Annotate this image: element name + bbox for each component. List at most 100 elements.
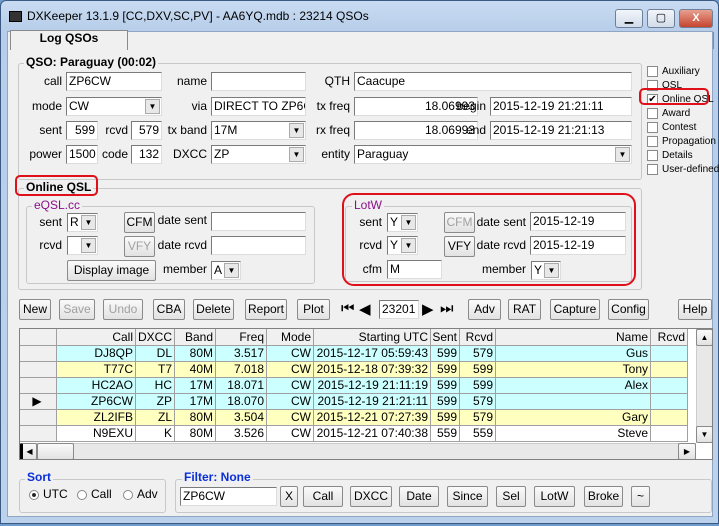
call-input[interactable]: ZP6CW <box>66 72 162 91</box>
column-header-starting-utc[interactable]: Starting UTC <box>314 329 431 346</box>
column-header-rcvd[interactable]: Rcvd <box>651 329 688 346</box>
column-header-freq[interactable]: Freq <box>216 329 267 346</box>
code-input[interactable]: 132 <box>131 145 162 164</box>
horizontal-scrollbar[interactable] <box>20 443 696 459</box>
chevron-down-icon[interactable]: ▼ <box>145 99 160 114</box>
lotw-date-rcvd-input[interactable]: 2015-12-19 <box>530 236 626 255</box>
display-image-button[interactable]: Display image <box>67 260 156 281</box>
tab-log-qsos[interactable]: Log QSOs <box>10 30 128 50</box>
checkbox-details[interactable] <box>647 150 658 161</box>
save-button[interactable]: Save <box>59 299 95 320</box>
table-row[interactable]: HC2AO HC 17M 18.071 CW 2015-12-19 21:11:19 599… <box>20 378 696 394</box>
scroll-right-icon[interactable]: ▶ <box>678 443 696 459</box>
checkbox-user-defined[interactable] <box>647 164 658 175</box>
sent-input[interactable]: 599 <box>66 121 98 140</box>
chevron-down-icon[interactable]: ▼ <box>224 263 239 278</box>
filter-tilde-button[interactable]: ~ <box>631 486 650 507</box>
lotw-cfm-button[interactable]: CFM <box>444 212 475 233</box>
qth-input[interactable]: Caacupe <box>354 72 632 91</box>
clear-filter-button[interactable]: X <box>280 486 298 507</box>
rat-button[interactable]: RAT <box>508 299 541 320</box>
scroll-left-icon[interactable]: ◀ <box>20 443 37 459</box>
row-selector[interactable] <box>20 362 57 378</box>
previous-record-icon[interactable]: ◀ <box>359 300 371 318</box>
lotw-rcvd-select[interactable]: Y ▼ <box>387 236 418 255</box>
qso-log-grid[interactable]: Call DXCC Band Freq Mode Starting UTC Sent Rcvd… <box>19 328 713 460</box>
table-row[interactable]: T77C T7 40M 7.018 CW 2015-12-18 07:39:32 599 59… <box>20 362 696 378</box>
lotw-date-sent-input[interactable]: 2015-12-19 <box>530 212 626 231</box>
next-record-icon[interactable]: ▶ <box>422 300 434 318</box>
power-input[interactable]: 1500 <box>66 145 98 164</box>
eqsl-cfm-button[interactable]: CFM <box>124 212 155 233</box>
via-input[interactable]: DIRECT TO ZP6CU <box>211 97 306 116</box>
chevron-down-icon[interactable]: ▼ <box>401 215 416 230</box>
sort-radio-utc[interactable] <box>29 490 39 500</box>
column-header-name[interactable]: Name <box>496 329 651 346</box>
filter-call-button[interactable]: Call <box>303 486 343 507</box>
undo-button[interactable]: Undo <box>103 299 143 320</box>
eqsl-member-select[interactable]: A ▼ <box>211 261 241 280</box>
mode-select[interactable]: CW ▼ <box>66 97 162 116</box>
begin-input[interactable]: 2015-12-19 21:21:11 <box>490 97 632 116</box>
checkbox-auxiliary[interactable] <box>647 66 658 77</box>
last-record-icon[interactable]: ⏭ <box>440 300 454 317</box>
table-row[interactable]: DJ8QP DL 80M 3.517 CW 2015-12-17 05:59:43 599 5… <box>20 346 696 362</box>
checkbox-award[interactable] <box>647 108 658 119</box>
eqsl-sent-select[interactable]: R ▼ <box>67 213 98 232</box>
row-selector[interactable] <box>20 346 57 362</box>
checkbox-contest[interactable] <box>647 122 658 133</box>
chevron-down-icon[interactable]: ▼ <box>401 238 416 253</box>
capture-button[interactable]: Capture <box>550 299 600 320</box>
record-number-input[interactable]: 23201 <box>379 300 419 319</box>
checkbox-propagation[interactable] <box>647 136 658 147</box>
filter-input[interactable]: ZP6CW <box>180 487 277 506</box>
chevron-down-icon[interactable]: ▼ <box>615 147 630 162</box>
cba-button[interactable]: CBA <box>153 299 185 320</box>
first-record-icon[interactable]: ⏮ <box>341 300 354 317</box>
table-row[interactable]: N9EXU K 80M 3.526 CW 2015-12-21 07:40:38 559 55… <box>20 426 696 442</box>
row-selector[interactable] <box>20 378 57 394</box>
name-input[interactable] <box>211 72 306 91</box>
entity-select[interactable]: Paraguay ▼ <box>354 145 632 164</box>
chevron-down-icon[interactable]: ▼ <box>81 238 96 253</box>
lotw-vfy-button[interactable]: VFY <box>444 236 475 257</box>
column-header-band[interactable]: Band <box>175 329 216 346</box>
chevron-down-icon[interactable]: ▼ <box>544 263 559 278</box>
filter-sel-button[interactable]: Sel <box>496 486 526 507</box>
filter-dxcc-button[interactable]: DXCC <box>350 486 392 507</box>
column-header-call[interactable]: Call <box>57 329 136 346</box>
rcvd-input[interactable]: 579 <box>131 121 162 140</box>
column-header-dxcc[interactable]: DXCC <box>136 329 175 346</box>
new-button[interactable]: New <box>19 299 51 320</box>
row-selector[interactable] <box>20 426 57 442</box>
column-header-sent[interactable]: Sent <box>431 329 460 346</box>
end-input[interactable]: 2015-12-19 21:21:13 <box>490 121 632 140</box>
lotw-cfm-input[interactable]: M <box>387 260 442 279</box>
scroll-down-icon[interactable]: ▼ <box>696 426 712 443</box>
table-row[interactable]: ▶ ZP6CW ZP 17M 18.070 CW 2015-12-19 21:21:11 59… <box>20 394 696 410</box>
delete-button[interactable]: Delete <box>193 299 234 320</box>
eqsl-date-sent-input[interactable] <box>211 212 306 231</box>
chevron-down-icon[interactable]: ▼ <box>289 147 304 162</box>
dxcc-select[interactable]: ZP ▼ <box>211 145 306 164</box>
filter-lotw-button[interactable]: LotW <box>534 486 575 507</box>
chevron-down-icon[interactable]: ▼ <box>289 123 304 138</box>
scroll-up-icon[interactable]: ▲ <box>696 329 712 346</box>
lotw-member-select[interactable]: Y ▼ <box>531 261 561 280</box>
plot-button[interactable]: Plot <box>297 299 330 320</box>
report-button[interactable]: Report <box>245 299 287 320</box>
eqsl-vfy-button[interactable]: VFY <box>124 236 155 257</box>
tx-band-select[interactable]: 17M ▼ <box>211 121 306 140</box>
horizontal-scroll-thumb[interactable] <box>37 443 74 459</box>
filter-broke-button[interactable]: Broke <box>584 486 623 507</box>
sort-radio-adv[interactable] <box>123 490 133 500</box>
filter-since-button[interactable]: Since <box>447 486 488 507</box>
column-header-mode[interactable]: Mode <box>267 329 314 346</box>
row-selector[interactable]: ▶ <box>20 394 57 410</box>
sort-radio-call[interactable] <box>77 490 87 500</box>
help-button[interactable]: Help <box>678 299 712 320</box>
filter-date-button[interactable]: Date <box>399 486 439 507</box>
eqsl-rcvd-select[interactable]: ▼ <box>67 236 98 255</box>
column-header-rcvd[interactable]: Rcvd <box>460 329 496 346</box>
config-button[interactable]: Config <box>608 299 649 320</box>
